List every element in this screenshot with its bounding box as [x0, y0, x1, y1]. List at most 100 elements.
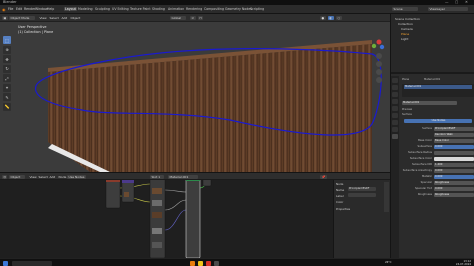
menu-view[interactable]: View — [38, 16, 48, 20]
material-selector[interactable]: Material.001 — [168, 175, 198, 179]
viewport-info: User Perspective (1) Collection | Plane — [18, 25, 53, 35]
prop-field[interactable]: 0.000 — [434, 174, 474, 179]
mode-selector[interactable]: Object Mode — [9, 16, 35, 20]
tab-material-icon[interactable] — [392, 134, 398, 139]
close-button[interactable]: ✕ — [465, 0, 468, 4]
annotate-icon[interactable]: ✎ — [3, 93, 11, 101]
tab-shading[interactable]: Shading — [152, 7, 165, 11]
sidebar-tabs[interactable] — [384, 182, 389, 212]
prop-field[interactable]: Principled BSDF — [434, 126, 474, 131]
viewport-shading-solid-icon[interactable]: ● — [320, 16, 326, 20]
snap-icon[interactable]: ⊓ — [198, 16, 204, 20]
minimize-button[interactable]: — — [445, 0, 449, 4]
tab-uv-editing[interactable]: UV Editing — [112, 7, 129, 11]
menu-window[interactable]: Window — [35, 7, 48, 11]
texture-preview — [152, 228, 162, 234]
prop-label: Metallic — [421, 175, 432, 178]
tab-sculpting[interactable]: Sculpting — [95, 7, 110, 11]
pivot-icon[interactable]: ⊙ — [190, 16, 196, 20]
viewport-shading-material-icon[interactable]: ◐ — [328, 16, 334, 20]
material-slot-row[interactable]: Material.001 — [404, 85, 472, 89]
navigation-gizmo[interactable] — [370, 38, 388, 88]
maximize-button[interactable]: ▢ — [455, 0, 458, 4]
color-swatch[interactable] — [434, 156, 474, 161]
move-icon[interactable]: ✥ — [3, 55, 11, 63]
transform-orientation[interactable]: Global — [170, 16, 186, 20]
prop-field[interactable]: 0.000 — [434, 186, 474, 191]
transform-icon[interactable]: ⌖ — [3, 83, 11, 92]
menu-add[interactable]: Add — [60, 16, 69, 20]
3d-viewport[interactable]: ▣ Object Mode View Select Add Object Glo… — [0, 14, 390, 172]
viewport-shading-render-icon[interactable]: ○ — [336, 16, 342, 20]
menu-file[interactable]: File — [8, 7, 13, 11]
use-nodes-button[interactable]: Use Nodes — [404, 118, 472, 123]
prop-field[interactable]: Roughness — [434, 180, 474, 185]
outliner-row-plane[interactable]: Plane — [401, 32, 409, 36]
outliner-row-camera[interactable]: Camera — [401, 27, 413, 31]
tab-physics-icon[interactable] — [392, 127, 398, 132]
menu-edit[interactable]: Edit — [16, 7, 22, 11]
surface-panel-header[interactable]: Surface — [402, 112, 474, 117]
explorer-app-icon[interactable] — [198, 260, 203, 266]
tab-geometry-nodes[interactable]: Geometry Nodes — [225, 7, 252, 11]
shader-type-selector[interactable]: Object — [9, 175, 25, 179]
prop-field[interactable]: 0.000 — [434, 144, 474, 149]
scale-icon[interactable]: ⤢ — [3, 74, 11, 82]
menu-render[interactable]: Render — [24, 7, 35, 11]
select-box-icon[interactable]: ⬚ — [3, 36, 11, 44]
tab-tool-icon[interactable] — [392, 78, 398, 83]
tab-object-icon[interactable] — [392, 113, 398, 118]
node-name-field[interactable]: Principled BSDF — [348, 187, 376, 191]
system-clock[interactable]: 13:12 24-07-2024 — [456, 260, 471, 266]
prop-field[interactable] — [434, 150, 474, 155]
tab-layout[interactable]: Layout — [64, 7, 77, 11]
tab-scene-icon[interactable] — [392, 99, 398, 104]
chrome-app-icon[interactable] — [206, 260, 211, 266]
material-properties: Plane Material.001 Material.001 Material… — [400, 76, 474, 258]
material-slot-list[interactable]: Material.001 — [402, 84, 474, 97]
breadcrumb-material: Material.001 — [424, 78, 441, 81]
tab-modifier-icon[interactable] — [392, 120, 398, 125]
start-icon[interactable] — [3, 260, 8, 266]
measure-icon[interactable]: 📏 — [3, 102, 11, 111]
tab-modeling[interactable]: Modeling — [78, 7, 93, 11]
outliner-row-collection[interactable]: Collection — [398, 22, 413, 26]
slot-selector[interactable]: Slot 1 — [150, 175, 164, 179]
prop-field[interactable]: Random Walk — [434, 132, 474, 137]
blender-logo-icon[interactable]: ◉ — [2, 7, 6, 12]
tab-world-icon[interactable] — [392, 106, 398, 111]
outliner-row-scene-collection[interactable]: Scene Collection — [395, 17, 420, 21]
menu-help[interactable]: Help — [47, 7, 54, 11]
node-label-field[interactable] — [348, 193, 376, 197]
scene-selector[interactable]: Scene — [392, 7, 418, 11]
editor-type-icon[interactable]: ▣ — [2, 16, 8, 20]
menu-object[interactable]: Object — [69, 16, 82, 20]
weather-temperature[interactable]: 26°C — [385, 261, 391, 264]
blender-app-icon[interactable] — [190, 260, 195, 266]
pin-icon[interactable]: 📌 — [320, 175, 327, 179]
tab-rendering[interactable]: Rendering — [186, 7, 202, 11]
shader-node-canvas[interactable] — [0, 180, 390, 258]
outliner-row-light[interactable]: Light — [401, 37, 409, 41]
menu-add[interactable]: Add — [48, 175, 57, 179]
taskbar-search[interactable] — [12, 260, 52, 266]
material-datablock-field[interactable]: Material.001 — [402, 100, 457, 105]
tab-texture-paint[interactable]: Texture Paint — [130, 7, 151, 11]
editor-type-icon[interactable]: ⛭ — [2, 175, 8, 179]
tab-render-icon[interactable] — [392, 85, 398, 90]
tab-output-icon[interactable] — [392, 92, 398, 97]
rotate-icon[interactable]: ↻ — [3, 64, 11, 73]
prop-field[interactable]: Roughness — [434, 192, 474, 197]
prop-field[interactable]: Base Color — [434, 138, 474, 143]
app-icon[interactable] — [214, 260, 219, 266]
tab-animation[interactable]: Animation — [168, 7, 184, 11]
prop-row-roughness: Roughness Roughness — [402, 192, 474, 197]
prop-field[interactable]: 0.000 — [434, 168, 474, 173]
use-nodes-toggle[interactable]: Use Nodes — [67, 175, 86, 179]
cursor-icon[interactable]: ⊕ — [3, 45, 11, 54]
tab-scripting[interactable]: Scripting — [250, 7, 264, 11]
tab-compositing[interactable]: Compositing — [204, 7, 224, 11]
view-layer-selector[interactable]: ViewLayer — [428, 7, 468, 11]
prop-field[interactable]: 1.400 — [434, 162, 474, 167]
menu-select[interactable]: Select — [48, 16, 60, 20]
